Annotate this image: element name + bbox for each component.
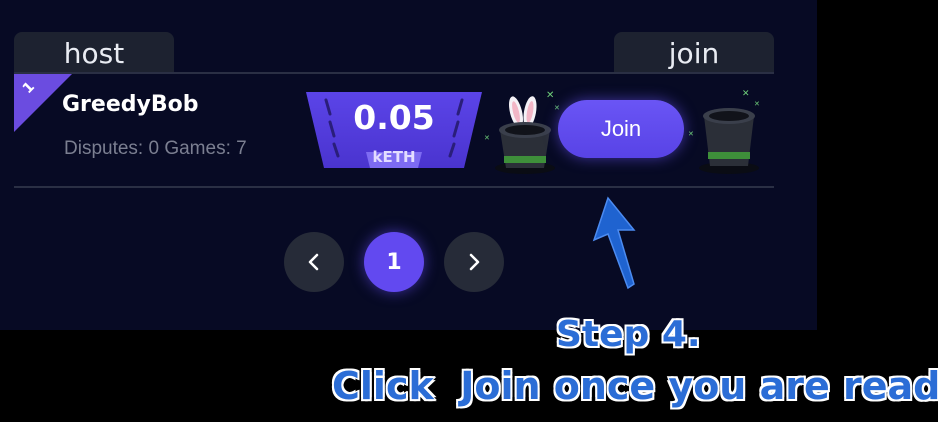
join-button[interactable]: Join bbox=[558, 100, 684, 158]
join-button-label: Join bbox=[600, 116, 642, 141]
svg-text:✕: ✕ bbox=[688, 130, 694, 138]
row-divider-bottom bbox=[14, 186, 774, 188]
tab-host[interactable]: host bbox=[14, 32, 174, 74]
svg-text:✕: ✕ bbox=[546, 90, 554, 101]
svg-text:✕: ✕ bbox=[742, 89, 750, 99]
bet-amount-value: 0.05 bbox=[353, 98, 435, 137]
magic-hat-rabbit-icon: ✕ ✕ ✕ bbox=[484, 90, 560, 174]
games-panel: host join 1 GreedyBob Disputes: 0 Games:… bbox=[0, 0, 817, 330]
tab-join[interactable]: join bbox=[614, 32, 774, 74]
screenshot-stage: host join 1 GreedyBob Disputes: 0 Games:… bbox=[0, 0, 938, 422]
page-button-current[interactable]: 1 bbox=[364, 232, 424, 292]
tab-join-label: join bbox=[668, 36, 720, 70]
chevron-right-icon bbox=[469, 253, 480, 271]
bet-currency: kETH bbox=[372, 148, 416, 166]
tutorial-step-label: Step 4. bbox=[555, 313, 702, 356]
previous-page-button[interactable] bbox=[284, 232, 344, 292]
tutorial-instruction: Click Join once you are ready bbox=[331, 363, 938, 409]
arrow-up-icon bbox=[592, 196, 636, 290]
tab-host-label: host bbox=[63, 36, 125, 70]
next-page-button[interactable] bbox=[444, 232, 504, 292]
host-player-stats: Disputes: 0 Games: 7 bbox=[64, 138, 247, 159]
svg-text:✕: ✕ bbox=[484, 134, 490, 142]
svg-text:✕: ✕ bbox=[554, 104, 560, 112]
row-divider-top bbox=[14, 72, 774, 74]
page-number: 1 bbox=[386, 249, 402, 275]
svg-text:✕: ✕ bbox=[754, 100, 760, 108]
magic-hat-icon: ✕ ✕ ✕ bbox=[688, 89, 760, 174]
host-player-name: GreedyBob bbox=[62, 92, 199, 117]
chevron-left-icon bbox=[308, 253, 319, 271]
